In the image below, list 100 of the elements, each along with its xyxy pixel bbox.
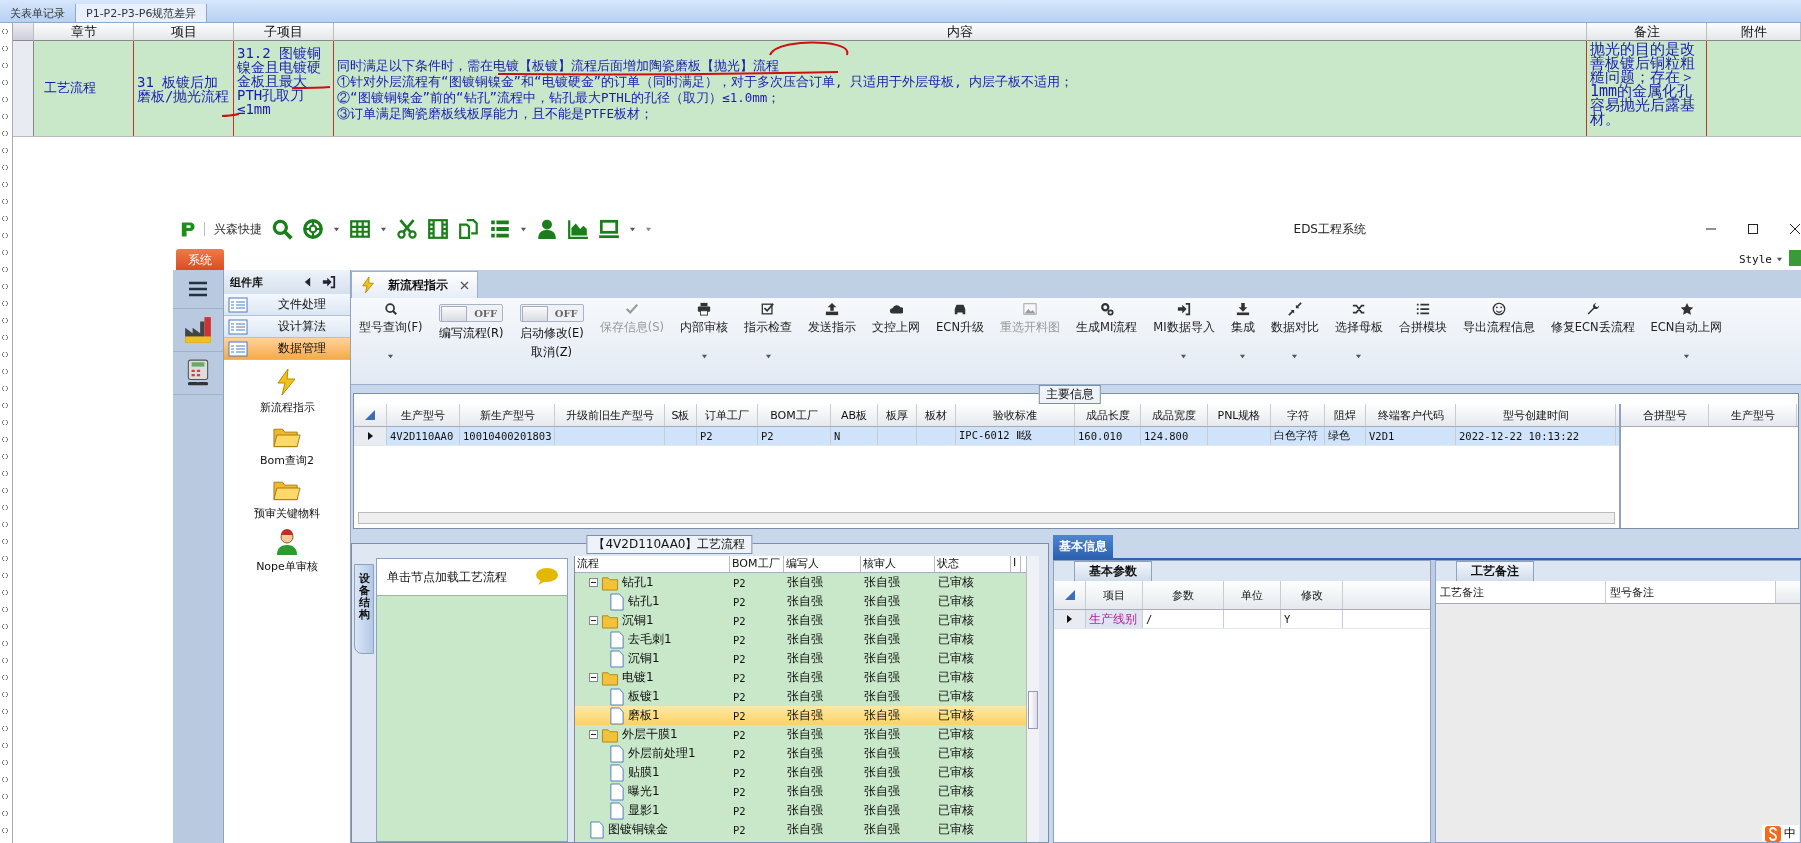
toolbar-button[interactable]: 发送指示 xyxy=(808,302,857,335)
scrollbar[interactable] xyxy=(1026,556,1039,842)
toolbar-button[interactable]: ECN自动上网 xyxy=(1650,302,1723,359)
tool-label[interactable]: Nope单审核 xyxy=(256,559,318,574)
sidebar-item[interactable]: 设计算法 xyxy=(224,316,350,338)
column-header[interactable]: 字符 xyxy=(1271,404,1325,426)
sign-in-icon[interactable] xyxy=(322,275,336,289)
toolbar-button[interactable]: 导出流程信息 xyxy=(1462,302,1535,335)
close-icon[interactable] xyxy=(1789,223,1801,235)
scissors-icon[interactable] xyxy=(396,218,418,240)
tree-node[interactable]: 显影1 xyxy=(628,802,660,819)
collapse-icon[interactable] xyxy=(589,730,598,739)
column-header[interactable]: 单位 xyxy=(1224,581,1281,609)
style-label[interactable]: Style xyxy=(1738,252,1772,266)
table-icon[interactable] xyxy=(349,218,371,240)
column-header[interactable]: 编写人 xyxy=(784,556,861,572)
toolbar-button[interactable]: 修复ECN丢流程 xyxy=(1550,302,1635,335)
tree-node[interactable]: 图镀铜镍金 xyxy=(608,821,668,838)
tree-row[interactable]: 板镀1 P2 张自强 张自强 已审核 xyxy=(575,687,1027,706)
toolbar-button[interactable]: 集成 xyxy=(1230,302,1255,359)
tool-label[interactable]: Bom查询2 xyxy=(260,453,314,468)
tree-node[interactable]: 沉铜1 xyxy=(622,612,654,629)
toolbar-button[interactable]: MI数据导入 xyxy=(1153,302,1215,359)
toolbar-button[interactable]: 内部审核 xyxy=(680,302,729,359)
tree-node[interactable]: 板镀1 xyxy=(628,688,660,705)
tree-row[interactable]: 电镀1 P2 张自强 张自强 已审核 xyxy=(575,668,1027,687)
side-tab[interactable]: 设备结构 xyxy=(354,564,374,654)
toolbar-button[interactable]: ECN升级 xyxy=(936,302,984,335)
column-header[interactable]: 成品长度 xyxy=(1075,404,1141,426)
triangle-left-icon[interactable] xyxy=(303,276,312,288)
tree-node[interactable]: 钻孔1 xyxy=(622,574,654,591)
film-icon[interactable] xyxy=(427,218,449,240)
sogou-icon[interactable] xyxy=(1765,825,1781,842)
tree-row[interactable]: 外层干膜1 P2 张自强 张自强 已审核 xyxy=(575,725,1027,744)
toolbar-button[interactable]: 选择母板 xyxy=(1334,302,1383,359)
panel-tab[interactable]: 工艺备注 xyxy=(1456,561,1534,581)
tree-row[interactable]: 沉铜1 P2 张自强 张自强 已审核 xyxy=(575,611,1027,630)
toolbar-button[interactable]: 数据对比 xyxy=(1270,302,1319,359)
tree-row[interactable]: 钻孔1 P2 张自强 张自强 已审核 xyxy=(575,592,1027,611)
tool-label[interactable]: 新流程指示 xyxy=(259,400,315,415)
sidebar-item[interactable]: 数据管理 xyxy=(224,338,350,360)
factory-icon[interactable] xyxy=(183,315,213,345)
panel-tab[interactable]: 基本参数 xyxy=(1074,561,1152,581)
scrollbar[interactable] xyxy=(358,512,1615,524)
toolbar-button[interactable]: 合拼模块 xyxy=(1398,302,1447,335)
column-header[interactable]: 订单工厂 xyxy=(697,404,758,426)
monitor-icon[interactable] xyxy=(598,218,620,240)
tree-node[interactable]: 磨板1 xyxy=(628,707,660,724)
column-header[interactable]: 参数 xyxy=(1143,581,1224,609)
tree-node[interactable]: 外层前处理1 xyxy=(628,745,696,762)
toggle-switch[interactable]: OFF xyxy=(439,304,504,322)
column-header[interactable]: 型号创建时间 xyxy=(1456,404,1616,426)
column-header[interactable]: I xyxy=(1011,556,1021,572)
column-header[interactable]: 成品宽度 xyxy=(1141,404,1208,426)
person-icon[interactable] xyxy=(275,529,299,555)
column-header[interactable]: 修改 xyxy=(1281,581,1343,609)
tree-node[interactable]: 去毛刺1 xyxy=(628,631,672,648)
tree-node[interactable]: 曝光1 xyxy=(628,783,660,800)
tree-node[interactable]: 电镀1 xyxy=(622,669,654,686)
tree-row[interactable]: 贴膜1 P2 张自强 张自强 已审核 xyxy=(575,763,1027,782)
tool-label[interactable]: 预审关键物料 xyxy=(254,506,320,521)
tree-row[interactable]: 钻孔1 P2 张自强 张自强 已审核 xyxy=(575,573,1027,592)
tree-row[interactable]: 显影1 P2 张自强 张自强 已审核 xyxy=(575,801,1027,820)
list-icon[interactable] xyxy=(489,218,511,240)
column-header[interactable]: AB板 xyxy=(831,404,878,426)
window-tab[interactable]: P1-P2-P3-P6规范差异 xyxy=(76,4,208,22)
column-header[interactable]: 新生产型号 xyxy=(460,404,555,426)
tree-row[interactable]: 磨板1 P2 张自强 张自强 已审核 xyxy=(575,706,1027,725)
tree-row[interactable]: 外层前处理1 P2 张自强 张自强 已审核 xyxy=(575,744,1027,763)
tree-node[interactable]: 沉铜1 xyxy=(628,650,660,667)
sidebar-item[interactable]: 文件处理 xyxy=(224,294,350,316)
toolbar-button[interactable]: 型号查询(F) xyxy=(359,302,423,359)
column-header[interactable]: 阻焊 xyxy=(1325,404,1366,426)
copy-icon[interactable] xyxy=(458,218,480,240)
column-header[interactable]: 生产型号 xyxy=(387,404,460,426)
column-header[interactable]: S板 xyxy=(665,404,697,426)
tree-row[interactable]: 曝光1 P2 张自强 张自强 已审核 xyxy=(575,782,1027,801)
tree-row[interactable]: 去毛刺1 P2 张自强 张自强 已审核 xyxy=(575,630,1027,649)
column-header[interactable]: 流程 xyxy=(575,556,730,572)
column-header[interactable]: 板材 xyxy=(917,404,956,426)
panel-tab[interactable]: 基本信息 xyxy=(1053,535,1113,558)
column-header[interactable]: 板厚 xyxy=(878,404,917,426)
collapse-icon[interactable] xyxy=(589,616,598,625)
color-swatch-icon[interactable] xyxy=(1787,250,1801,268)
maximize-icon[interactable] xyxy=(1747,223,1759,235)
toolbar-button[interactable]: 生成MI流程 xyxy=(1076,302,1138,335)
person-icon[interactable] xyxy=(536,218,558,240)
toolbar-button[interactable]: 文控上网 xyxy=(872,302,921,335)
column-header[interactable]: 核审人 xyxy=(861,556,935,572)
close-icon[interactable] xyxy=(460,280,469,290)
menu-icon[interactable] xyxy=(187,279,209,299)
tree-node[interactable]: 贴膜1 xyxy=(628,764,660,781)
column-header[interactable]: 项目 xyxy=(1086,581,1143,609)
toolbar-button[interactable]: 指示检查 xyxy=(744,302,793,359)
column-header[interactable]: BOM工厂 xyxy=(758,404,831,426)
column-header[interactable]: 生产型号 xyxy=(1709,404,1797,426)
tree-node[interactable]: 钻孔1 xyxy=(628,593,660,610)
tree-row[interactable]: 沉铜1 P2 张自强 张自强 已审核 xyxy=(575,649,1027,668)
grid-row[interactable]: 4V2D110AA0 10010400201803 P2 P2 N IPC-6012 Ⅱ级 160.010 124.800 白色字符 绿色 V2D1 2022-12-22 10:13:22 xyxy=(354,427,1619,446)
column-header[interactable]: PNL规格 xyxy=(1208,404,1271,426)
